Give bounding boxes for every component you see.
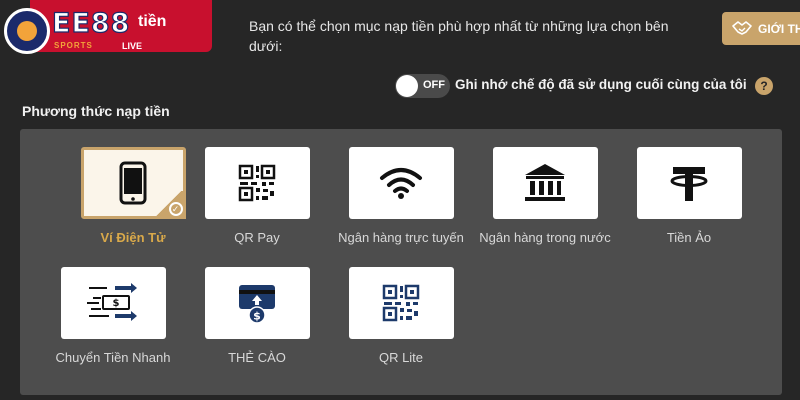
check-icon: ✓ [168, 202, 183, 216]
brand-logo[interactable]: EE88 SPORTS LIVE [4, 7, 154, 58]
logo-subtext: SPORTS [54, 41, 93, 50]
method-card[interactable]: $ [204, 267, 310, 339]
method-domestic-bank[interactable]: Ngân hàng trong nước [475, 147, 615, 246]
logo-live: LIVE [122, 41, 143, 51]
method-card[interactable] [636, 147, 742, 219]
method-e-wallet[interactable]: ✓ Ví Điện Tử [63, 147, 203, 246]
method-label: Ngân hàng trực tuyến [338, 230, 464, 245]
wifi-icon [380, 168, 422, 199]
tether-icon [670, 167, 708, 201]
selected-corner: ✓ [147, 191, 186, 219]
method-card[interactable] [348, 147, 454, 219]
remember-label: Ghi nhớ chế độ đã sử dụng cuối cùng của … [455, 77, 747, 92]
help-icon[interactable]: ? [755, 77, 773, 95]
method-card[interactable] [348, 267, 454, 339]
bank-icon [525, 164, 565, 201]
logo-emblem-icon [4, 8, 50, 54]
svg-text:$: $ [113, 298, 120, 309]
qr-code-icon [382, 284, 420, 322]
method-qr-lite[interactable]: QR Lite [331, 267, 471, 366]
method-qr-pay[interactable]: QR Pay [187, 147, 327, 246]
method-card[interactable]: ✓ [80, 147, 186, 219]
method-scratch-card[interactable]: $ THẺ CÀO [187, 267, 327, 366]
method-label: Chuyển Tiền Nhanh [55, 350, 171, 365]
intro-button-label: GIỚI TH [758, 22, 800, 36]
toggle-knob [396, 75, 418, 97]
deposit-description: Bạn có thể chọn mục nạp tiền phù hợp nhấ… [249, 18, 669, 54]
method-fast-transfer[interactable]: $ Chuyển Tiền Nhanh [43, 267, 183, 366]
fast-transfer-icon: $ [87, 283, 137, 321]
qr-code-icon [238, 164, 276, 202]
payment-methods-panel: ✓ Ví Điện Tử QR Pay Ngân hàng trực tuyến… [20, 129, 782, 395]
svg-text:$: $ [253, 310, 261, 323]
method-online-bank[interactable]: Ngân hàng trực tuyến [331, 147, 471, 246]
method-label: Ngân hàng trong nước [479, 230, 611, 245]
logo-text: EE88 [51, 7, 131, 39]
method-card[interactable] [204, 147, 310, 219]
toggle-state: OFF [423, 79, 445, 91]
remember-toggle[interactable]: OFF [395, 74, 450, 98]
handshake-icon [732, 21, 752, 35]
method-label: QR Lite [378, 350, 424, 365]
method-card[interactable]: $ [60, 267, 166, 339]
method-label: THẺ CÀO [228, 350, 286, 365]
section-title: Phương thức nạp tiền [22, 103, 170, 119]
intro-button[interactable]: GIỚI TH [722, 12, 800, 45]
method-label: QR Pay [234, 230, 280, 245]
method-label: Tiền Ảo [666, 230, 712, 245]
method-card[interactable] [492, 147, 598, 219]
method-label: Ví Điện Tử [100, 230, 166, 245]
scratch-card-icon: $ [239, 285, 275, 324]
method-crypto[interactable]: Tiền Ảo [619, 147, 759, 246]
smartphone-icon [119, 161, 147, 205]
